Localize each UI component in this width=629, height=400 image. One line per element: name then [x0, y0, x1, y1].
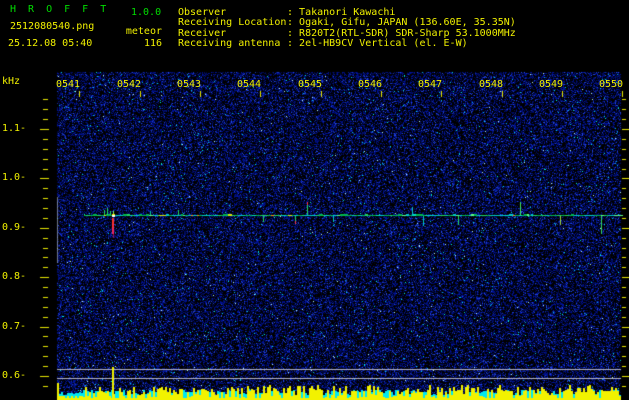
freq-tick-label: 0.7-: [2, 321, 27, 332]
app-title: H R O F F T: [10, 4, 110, 15]
freq-tick-label: 0.6-: [2, 370, 27, 381]
time-tick-label: 0548: [478, 79, 504, 90]
meteor-count: 116: [143, 38, 162, 49]
freq-tick-label: 1.1-: [2, 123, 27, 134]
freq-unit-label: kHz: [2, 76, 21, 87]
info-separator: :: [287, 38, 300, 49]
app-version: 1.0.0: [131, 7, 162, 18]
freq-tick-label: 0.8-: [2, 271, 27, 282]
time-tick-label: 0544: [236, 79, 262, 90]
info-label: Receiving Location: [178, 17, 287, 28]
mode-label: meteor: [125, 26, 162, 37]
time-tick-label: 0543: [176, 79, 202, 90]
info-value: 2el-HB9CV Vertical (el. E-W): [299, 38, 468, 49]
info-row-antenna: Receiving antenna: 2el-HB9CV Vertical (e…: [178, 39, 468, 49]
info-row-location: Receiving Location: Ogaki, Gifu, JAPAN (…: [178, 18, 516, 28]
output-filename: 2512080540.png: [10, 21, 95, 32]
time-tick-label: 0549: [538, 79, 564, 90]
datetime-label: 25.12.08 05:40: [8, 38, 93, 49]
time-tick-label: 0542: [116, 79, 142, 90]
info-value: Ogaki, Gifu, JAPAN (136.60E, 35.35N): [299, 17, 516, 28]
freq-tick-label: 1.0-: [2, 172, 27, 183]
freq-tick-label: 0.9-: [2, 222, 27, 233]
info-separator: :: [287, 17, 300, 28]
time-tick-label: 0547: [417, 79, 443, 90]
time-tick-label: 0541: [55, 79, 81, 90]
hrofft-window: H R O F F T 1.0.0 2512080540.png meteor …: [0, 0, 629, 400]
time-tick-label: 0545: [297, 79, 323, 90]
time-tick-label: 0546: [357, 79, 383, 90]
time-tick-label: 0550: [598, 79, 624, 90]
spectrogram-canvas: [0, 0, 629, 400]
info-label: Receiving antenna: [178, 38, 281, 49]
